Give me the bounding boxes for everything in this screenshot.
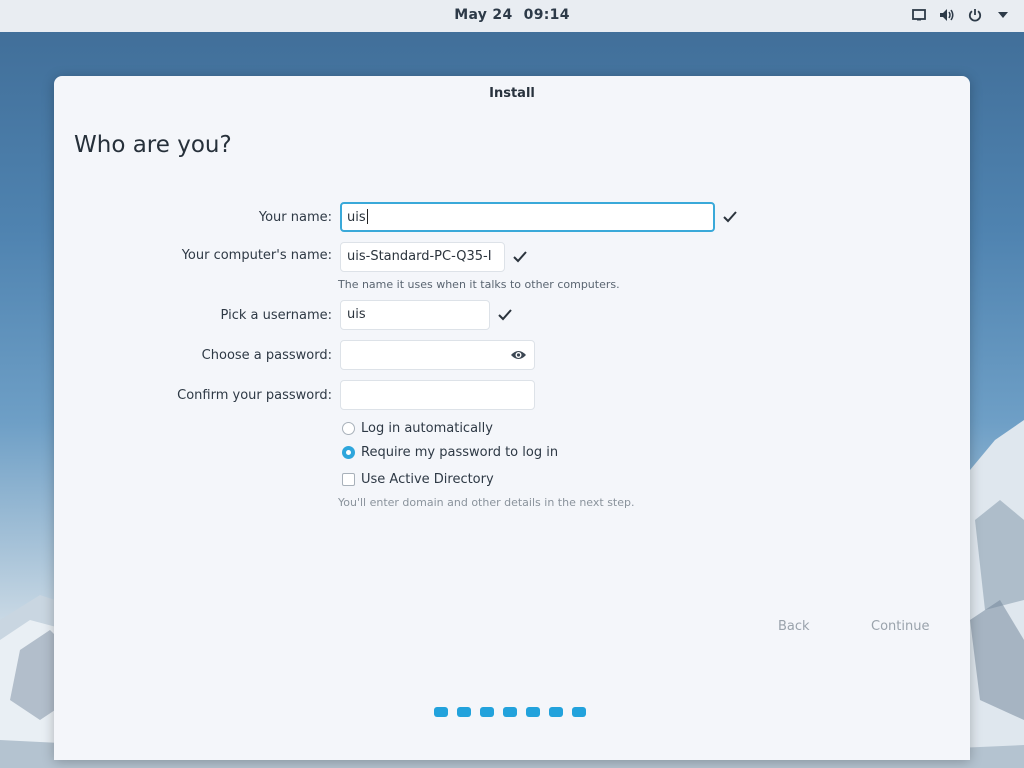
progress-indicator [434, 707, 586, 717]
progress-step-dot [457, 707, 471, 717]
username-input[interactable]: uis [340, 300, 490, 330]
continue-button[interactable]: Continue [871, 619, 929, 634]
clock[interactable]: May 24 09:14 [0, 7, 1024, 23]
installer-window: Install Who are you? Your name: uis Your… [54, 76, 970, 760]
computer-name-value: uis-Standard-PC-Q35-I [347, 249, 492, 264]
computer-name-valid-check-icon [513, 251, 527, 263]
name-row: Your name: uis [54, 202, 970, 234]
confirm-password-row: Confirm your password: [54, 380, 970, 412]
username-valid-check-icon [498, 309, 512, 321]
progress-step-dot [549, 707, 563, 717]
require-password-option[interactable]: Require my password to log in [342, 442, 558, 462]
require-password-label: Require my password to log in [361, 444, 559, 460]
top-bar: May 24 09:14 [0, 0, 1024, 32]
progress-step-dot [503, 707, 517, 717]
username-value: uis [347, 307, 366, 322]
text-caret [366, 209, 368, 224]
window-title: Install [489, 86, 535, 101]
active-directory-checkbox[interactable] [342, 472, 355, 486]
date-label: May 24 [454, 7, 513, 23]
username-label: Pick a username: [220, 308, 332, 323]
page-title: Who are you? [74, 132, 232, 158]
require-password-radio[interactable] [342, 445, 355, 459]
username-row: Pick a username: uis [54, 300, 970, 332]
login-automatically-option[interactable]: Log in automatically [342, 418, 493, 438]
progress-step-dot [526, 707, 540, 717]
confirm-password-label: Confirm your password: [177, 388, 332, 403]
computer-name-input[interactable]: uis-Standard-PC-Q35-I [340, 242, 505, 272]
progress-step-dot [434, 707, 448, 717]
name-value: uis [347, 210, 366, 225]
computer-name-label: Your computer's name: [181, 248, 332, 263]
progress-step-dot [480, 707, 494, 717]
volume-icon[interactable] [938, 6, 956, 24]
computer-name-row: Your computer's name: uis-Standard-PC-Q3… [54, 242, 970, 274]
password-row: Choose a password: [54, 340, 970, 372]
progress-step-dot [572, 707, 586, 717]
password-label: Choose a password: [201, 348, 332, 363]
name-input[interactable]: uis [340, 202, 715, 232]
computer-name-hint: The name it uses when it talks to other … [338, 278, 620, 291]
name-label: Your name: [258, 210, 332, 225]
screen-icon[interactable] [910, 6, 928, 24]
time-label: 09:14 [523, 7, 570, 23]
login-automatically-label: Log in automatically [361, 420, 493, 436]
show-password-eye-icon[interactable] [510, 348, 527, 362]
system-tray[interactable] [910, 6, 1012, 24]
active-directory-hint: You'll enter domain and other details in… [338, 496, 635, 509]
active-directory-label: Use Active Directory [361, 471, 494, 487]
dropdown-arrow-icon[interactable] [994, 6, 1012, 24]
login-automatically-radio[interactable] [342, 421, 355, 435]
back-button[interactable]: Back [778, 619, 810, 634]
power-icon[interactable] [966, 6, 984, 24]
name-valid-check-icon [723, 211, 737, 223]
confirm-password-input[interactable] [340, 380, 535, 410]
active-directory-option[interactable]: Use Active Directory [342, 469, 494, 489]
password-input[interactable] [340, 340, 535, 370]
